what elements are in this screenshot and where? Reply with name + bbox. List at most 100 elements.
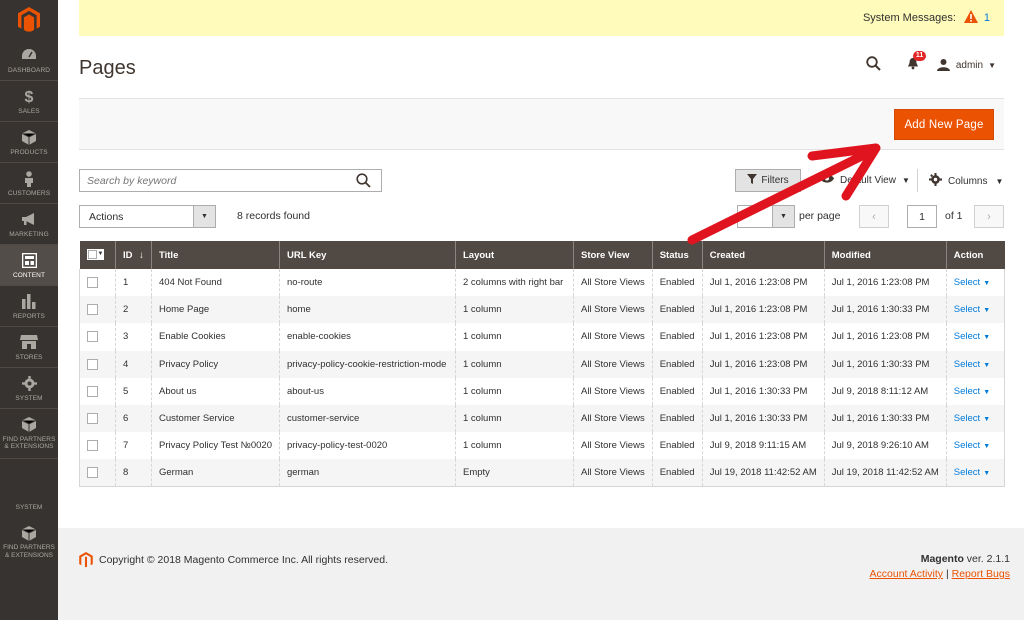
table-row[interactable]: 7 Privacy Policy Test №0020 privacy-policy… <box>79 432 1006 460</box>
table-row[interactable]: 5 About us about-us 1 column All Store Views… <box>79 377 1006 405</box>
column-header-id[interactable]: ID ↓ <box>115 241 152 269</box>
default-view-dropdown[interactable]: Default View ▼ <box>820 174 910 186</box>
select-action-link[interactable]: Select ▼ <box>954 331 990 342</box>
select-action-link[interactable]: Select ▼ <box>954 359 990 370</box>
report-bugs-link[interactable]: Report Bugs <box>952 568 1010 580</box>
row-checkbox[interactable] <box>79 350 116 378</box>
search-input[interactable] <box>80 170 340 191</box>
row-checkbox[interactable] <box>79 404 116 433</box>
select-action-link[interactable]: Select ▼ <box>954 277 990 288</box>
cell-action[interactable]: Select ▼ <box>945 404 1006 433</box>
previous-page-button[interactable]: ‹ <box>859 205 889 228</box>
add-new-page-button[interactable]: Add New Page <box>894 109 994 140</box>
select-label: Select <box>953 277 981 289</box>
cell-title: German <box>151 459 280 488</box>
sidebar-item-dashboard[interactable]: DASHBOARD <box>0 40 58 81</box>
sidebar-item-find-partners[interactable]: FIND PARTNERS & EXTENSIONS <box>0 409 58 459</box>
cell-store-view: All Store Views <box>572 350 653 378</box>
checkbox[interactable] <box>87 358 98 370</box>
checkbox[interactable] <box>87 385 98 397</box>
column-header-status[interactable]: Status <box>651 241 703 269</box>
row-checkbox[interactable] <box>79 459 116 488</box>
row-checkbox[interactable] <box>79 296 116 324</box>
system-messages-label: System Messages: <box>862 12 956 24</box>
magento-logo[interactable] <box>0 0 58 40</box>
row-checkbox[interactable] <box>79 432 116 460</box>
select-action-link[interactable]: Select ▼ <box>954 440 990 451</box>
checkbox[interactable] <box>87 277 98 289</box>
cell-action[interactable]: Select ▼ <box>945 432 1006 460</box>
next-page-button[interactable]: › <box>974 205 1004 228</box>
select-action-link[interactable]: Select ▼ <box>954 413 990 424</box>
cell-action[interactable]: Select ▼ <box>945 296 1006 324</box>
sidebar-item-label: STORES <box>15 354 43 361</box>
sidebar-item-label: SALES <box>18 108 40 115</box>
row-checkbox[interactable] <box>79 269 116 297</box>
select-label: Select <box>953 413 981 425</box>
checkbox[interactable] <box>87 440 98 452</box>
sidebar-item-content[interactable]: CONTENT <box>0 245 58 286</box>
chevron-down-icon: ▼ <box>988 60 996 70</box>
header-actions: 11 admin ▼ <box>866 51 996 74</box>
column-header-layout[interactable]: Layout <box>454 241 574 269</box>
checkbox[interactable] <box>87 467 98 479</box>
cell-action[interactable]: Select ▼ <box>945 377 1006 405</box>
page-number-input[interactable]: 1 <box>907 205 937 228</box>
row-checkbox[interactable] <box>79 323 116 351</box>
footer-version: Magento ver. 2.1.1 <box>921 553 1010 565</box>
column-header-title[interactable]: Title <box>151 241 280 269</box>
cell-modified: Jul 1, 2016 1:30:33 PM <box>823 296 947 324</box>
chevron-down-icon: ▼ <box>772 206 794 227</box>
column-header-created[interactable]: Created <box>701 241 825 269</box>
column-header-store-view[interactable]: Store View <box>572 241 653 269</box>
column-header-modified[interactable]: Modified <box>823 241 947 269</box>
select-action-link[interactable]: Select ▼ <box>954 304 990 315</box>
sidebar-item-marketing[interactable]: MARKETING <box>0 204 58 245</box>
sidebar-item-stores[interactable]: STORES <box>0 327 58 368</box>
column-header-url-key[interactable]: URL Key <box>278 241 456 269</box>
sidebar-item-find-partners-bottom[interactable]: FIND PARTNERS & EXTENSIONS <box>0 526 58 560</box>
checkbox[interactable] <box>87 304 98 316</box>
table-row[interactable]: 3 Enable Cookies enable-cookies 1 column All… <box>79 323 1006 351</box>
columns-dropdown[interactable]: Columns ▼ <box>929 173 1003 189</box>
table-row[interactable]: 2 Home Page home 1 column All Store Views Ena… <box>79 296 1006 324</box>
cell-action[interactable]: Select ▼ <box>945 459 1006 488</box>
checkbox[interactable] <box>87 331 98 343</box>
mass-select-header[interactable]: ▼ <box>79 241 116 269</box>
table-row[interactable]: 4 Privacy Policy privacy-policy-cookie-res… <box>79 350 1006 378</box>
search-icon[interactable] <box>356 173 371 191</box>
select-action-link[interactable]: Select ▼ <box>954 467 990 478</box>
notifications-button[interactable]: 11 <box>907 51 927 73</box>
cell-action[interactable]: Select ▼ <box>945 350 1006 378</box>
cell-action[interactable]: Select ▼ <box>945 323 1006 351</box>
system-messages-count[interactable]: 1 <box>984 12 990 24</box>
layout-icon <box>0 252 58 271</box>
sidebar-item-products[interactable]: PRODUCTS <box>0 122 58 163</box>
search-icon[interactable] <box>866 56 881 74</box>
row-checkbox[interactable] <box>79 377 116 405</box>
box-icon <box>0 130 58 148</box>
sidebar-item-reports[interactable]: REPORTS <box>0 286 58 327</box>
select-action-link[interactable]: Select ▼ <box>954 386 990 397</box>
filters-button[interactable]: Filters <box>735 169 801 192</box>
per-page-select[interactable]: ▼ <box>737 205 795 228</box>
admin-user-menu[interactable]: admin ▼ <box>936 59 996 71</box>
cell-url-key: enable-cookies <box>278 323 456 351</box>
mass-actions-dropdown[interactable]: Actions ▼ <box>79 205 216 228</box>
table-row[interactable]: 6 Customer Service customer-service 1 colum… <box>79 404 1006 433</box>
checkbox[interactable] <box>87 413 98 425</box>
cell-action[interactable]: Select ▼ <box>945 269 1006 297</box>
sidebar-item-system[interactable]: SYSTEM <box>0 368 58 409</box>
columns-label: Columns <box>948 175 988 187</box>
sidebar-item-sales[interactable]: $ SALES <box>0 81 58 122</box>
account-activity-link[interactable]: Account Activity <box>870 568 944 580</box>
table-row[interactable]: 8 German german Empty All Store Views Enabled… <box>79 459 1006 488</box>
chevron-down-icon: ▼ <box>983 307 991 315</box>
mass-select-checkbox[interactable]: ▼ <box>86 248 105 260</box>
page-title: Pages <box>79 57 136 79</box>
sidebar-item-customers[interactable]: CUSTOMERS <box>0 163 58 204</box>
cell-modified: Jul 9, 2018 9:26:10 AM <box>823 432 947 460</box>
table-row[interactable]: 1 404 Not Found no-route 2 columns with rig… <box>79 269 1006 297</box>
cell-id: 6 <box>115 404 152 433</box>
sort-arrow-icon: ↓ <box>139 249 144 261</box>
